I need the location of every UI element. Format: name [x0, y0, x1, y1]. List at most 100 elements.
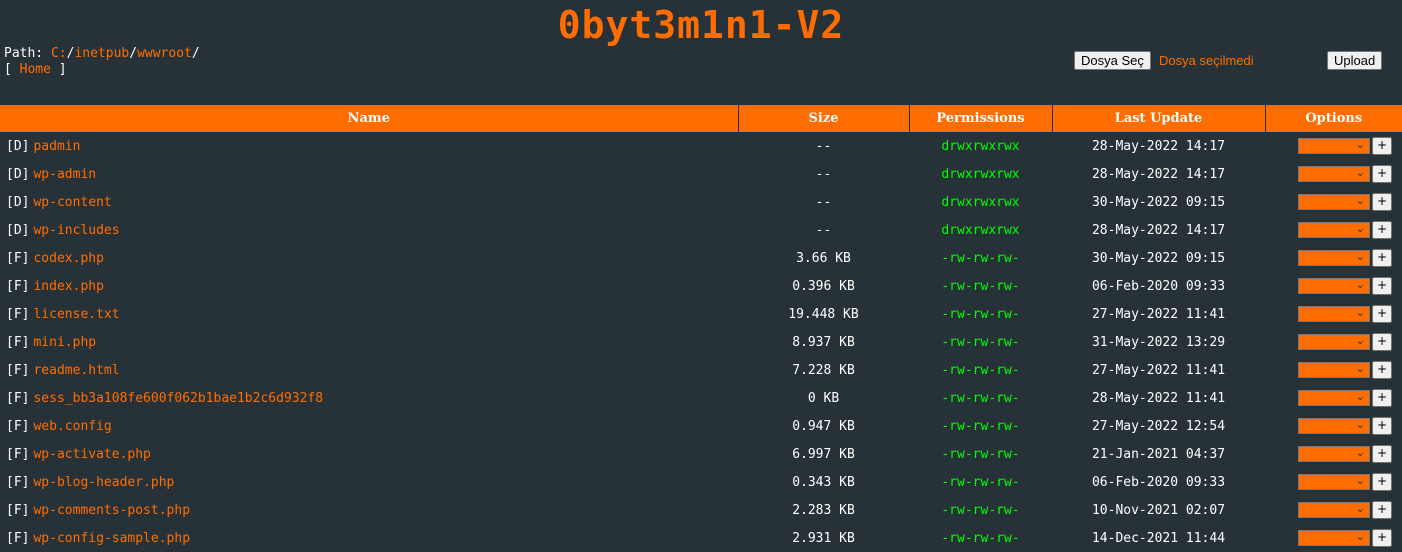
options-select[interactable]: ⌄ [1298, 362, 1370, 378]
permissions-cell: -rw-rw-rw- [941, 474, 1020, 490]
options-select[interactable]: ⌄ [1298, 334, 1370, 350]
entry-link[interactable]: padmin [33, 139, 80, 154]
option-go-button[interactable]: + [1372, 305, 1392, 323]
options-select[interactable]: ⌄ [1298, 502, 1370, 518]
name-cell: [F] wp-blog-header.php [0, 468, 738, 496]
option-go-button[interactable]: + [1372, 165, 1392, 183]
entry-link[interactable]: license.txt [33, 307, 119, 322]
chevron-down-icon: ⌄ [1355, 250, 1365, 263]
options-select[interactable]: ⌄ [1298, 474, 1370, 490]
option-go-button[interactable]: + [1372, 333, 1392, 351]
size-cell: -- [815, 222, 832, 238]
options-select[interactable]: ⌄ [1298, 418, 1370, 434]
path-segment-drive[interactable]: C: [51, 46, 67, 61]
options-select[interactable]: ⌄ [1298, 166, 1370, 182]
permissions-cell: -rw-rw-rw- [941, 446, 1020, 462]
table-row: [D] wp-admin -- drwxrwxrwx 28-May-2022 14:17… [0, 160, 1402, 188]
option-go-button[interactable]: + [1372, 361, 1392, 379]
no-file-label: Dosya seçilmedi [1159, 53, 1254, 68]
option-go-button[interactable]: + [1372, 529, 1392, 547]
chevron-down-icon: ⌄ [1355, 222, 1365, 235]
entry-type: [F] [6, 502, 30, 518]
permissions-cell: drwxrwxrwx [941, 166, 1020, 182]
entry-type: [D] [6, 222, 30, 238]
permissions-cell: -rw-rw-rw- [941, 334, 1020, 350]
entry-link[interactable]: readme.html [33, 363, 119, 378]
chevron-down-icon: ⌄ [1355, 446, 1365, 459]
option-go-button[interactable]: + [1372, 501, 1392, 519]
size-cell: 2.931 KB [792, 530, 855, 546]
bracket-open: [ [4, 62, 12, 77]
permissions-cell: -rw-rw-rw- [941, 390, 1020, 406]
entry-link[interactable]: wp-config-sample.php [33, 531, 190, 546]
option-go-button[interactable]: + [1372, 445, 1392, 463]
table-row: [F] wp-activate.php 6.997 KB -rw-rw-rw- 21-J… [0, 440, 1402, 468]
size-cell: 0.343 KB [792, 474, 855, 490]
permissions-cell: drwxrwxrwx [941, 138, 1020, 154]
path-segment-wwwroot[interactable]: wwwroot [137, 46, 192, 61]
options-cell: ⌄ + [1265, 524, 1402, 552]
home-link[interactable]: Home [20, 62, 51, 77]
options-cell: ⌄ + [1265, 244, 1402, 272]
date-cell: 06-Feb-2020 09:33 [1091, 278, 1226, 294]
options-select[interactable]: ⌄ [1298, 194, 1370, 210]
option-go-button[interactable]: + [1372, 193, 1392, 211]
path-separator: / [129, 46, 138, 61]
date-cell: 14-Dec-2021 11:44 [1091, 530, 1226, 546]
options-select[interactable]: ⌄ [1298, 446, 1370, 462]
date-cell: 27-May-2022 12:54 [1091, 418, 1226, 434]
option-go-button[interactable]: + [1372, 389, 1392, 407]
entry-link[interactable]: wp-includes [33, 223, 119, 238]
options-select[interactable]: ⌄ [1298, 278, 1370, 294]
chevron-down-icon: ⌄ [1355, 530, 1365, 543]
options-select[interactable]: ⌄ [1298, 390, 1370, 406]
table-row: [F] mini.php 8.937 KB -rw-rw-rw- 31-May-2022… [0, 328, 1402, 356]
option-go-button[interactable]: + [1372, 249, 1392, 267]
chevron-down-icon: ⌄ [1355, 194, 1365, 207]
option-go-button[interactable]: + [1372, 417, 1392, 435]
options-select[interactable]: ⌄ [1298, 222, 1370, 238]
size-cell: 8.937 KB [792, 334, 855, 350]
header-options: Options [1265, 105, 1402, 132]
options-select[interactable]: ⌄ [1298, 306, 1370, 322]
table-row: [F] wp-blog-header.php 0.343 KB -rw-rw-rw- 0… [0, 468, 1402, 496]
option-go-button[interactable]: + [1372, 277, 1392, 295]
options-cell: ⌄ + [1265, 188, 1402, 216]
entry-link[interactable]: mini.php [33, 335, 96, 350]
entry-type: [F] [6, 306, 30, 322]
entry-link[interactable]: wp-admin [33, 167, 96, 182]
size-cell: 3.66 KB [796, 250, 851, 266]
entry-link[interactable]: sess_bb3a108fe600f062b1bae1b2c6d932f8 [33, 391, 323, 406]
date-cell: 28-May-2022 14:17 [1091, 222, 1226, 238]
table-row: [F] license.txt 19.448 KB -rw-rw-rw- 27-May-… [0, 300, 1402, 328]
choose-file-button[interactable]: Dosya Seç [1074, 51, 1151, 70]
option-go-button[interactable]: + [1372, 221, 1392, 239]
options-select[interactable]: ⌄ [1298, 138, 1370, 154]
entry-type: [F] [6, 362, 30, 378]
entry-link[interactable]: wp-activate.php [33, 447, 150, 462]
options-cell: ⌄ + [1265, 468, 1402, 496]
date-cell: 30-May-2022 09:15 [1091, 194, 1226, 210]
upload-button[interactable]: Upload [1327, 51, 1383, 70]
name-cell: [F] wp-comments-post.php [0, 496, 738, 524]
entry-link[interactable]: codex.php [33, 251, 103, 266]
entry-link[interactable]: wp-blog-header.php [33, 475, 174, 490]
size-cell: -- [815, 138, 832, 154]
entry-link[interactable]: index.php [33, 279, 103, 294]
entry-link[interactable]: web.config [33, 419, 111, 434]
permissions-cell: drwxrwxrwx [941, 194, 1020, 210]
entry-link[interactable]: wp-content [33, 195, 111, 210]
entry-link[interactable]: wp-comments-post.php [33, 503, 190, 518]
table-header-row: Name Size Permissions Last Update Option… [0, 105, 1402, 132]
table-row: [F] readme.html 7.228 KB -rw-rw-rw- 27-May-2… [0, 356, 1402, 384]
chevron-down-icon: ⌄ [1355, 474, 1365, 487]
option-go-button[interactable]: + [1372, 137, 1392, 155]
permissions-cell: -rw-rw-rw- [941, 418, 1020, 434]
options-cell: ⌄ + [1265, 132, 1402, 160]
path-segment-inetpub[interactable]: inetpub [74, 46, 129, 61]
options-select[interactable]: ⌄ [1298, 530, 1370, 546]
options-select[interactable]: ⌄ [1298, 250, 1370, 266]
date-cell: 31-May-2022 13:29 [1091, 334, 1226, 350]
table-row: [D] wp-content -- drwxrwxrwx 30-May-2022 09:… [0, 188, 1402, 216]
option-go-button[interactable]: + [1372, 473, 1392, 491]
